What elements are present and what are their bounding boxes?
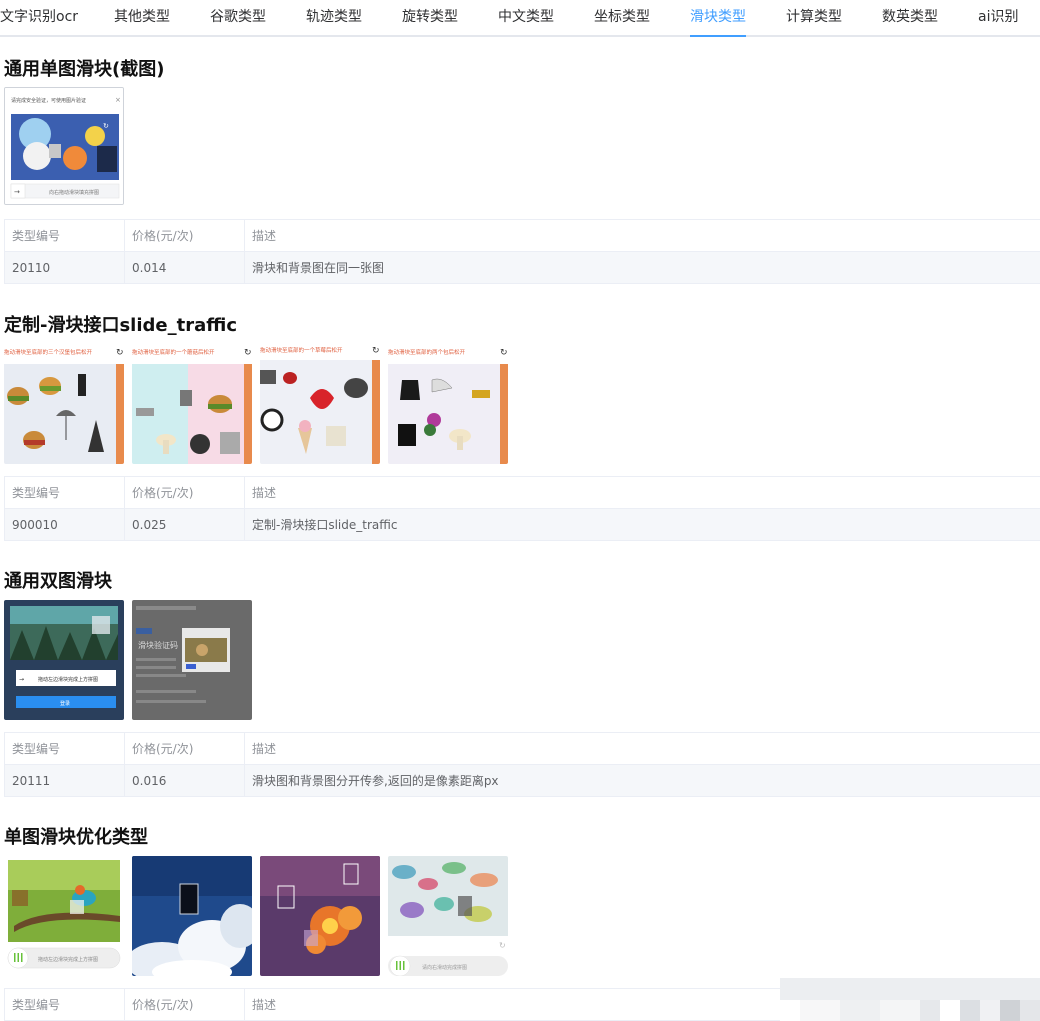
cell-description: 定制-滑块接口slide_traffic	[244, 508, 1040, 541]
tab-other-types[interactable]: 其他类型	[114, 0, 170, 35]
cell-description: 滑块和背景图在同一张图	[244, 251, 1040, 284]
cell-type-id: 900010	[4, 508, 125, 541]
table-row: 20111 0.016 滑块图和背景图分开传参,返回的是像素距离px	[4, 764, 1040, 797]
header-type-id: 类型编号	[4, 732, 125, 765]
sample-image-forest-puzzle: → 拖动左边滑块完成上方拼图 登录	[4, 600, 124, 720]
section-title-dual-image-slider: 通用双图滑块	[4, 571, 112, 592]
header-price: 价格(元/次)	[124, 732, 245, 765]
tab-trajectory-types[interactable]: 轨迹类型	[306, 0, 362, 35]
tab-ai-recognition[interactable]: ai识别	[978, 0, 1018, 35]
section-title-custom-slide-traffic: 定制-滑块接口slide_traffic	[4, 315, 237, 336]
refresh-icon: ↻	[244, 348, 252, 358]
tab-rotation-types[interactable]: 旋转类型	[402, 0, 458, 35]
instruction-text: 拖动滑块至底部的三个汉堡包后松开	[4, 348, 93, 356]
header-price: 价格(元/次)	[124, 476, 245, 509]
tab-google-types[interactable]: 谷歌类型	[210, 0, 266, 35]
table-row: 20110 0.014 滑块和背景图在同一张图	[4, 251, 1040, 284]
tab-slider-types[interactable]: 滑块类型	[690, 0, 746, 37]
slider-hint-text: 拖动左边滑块完成上方拼图	[38, 956, 98, 963]
instruction-text: 拖动滑块至底部的一个蘑菇后松开	[132, 348, 215, 356]
category-tabs: 文字识别ocr 其他类型 谷歌类型 轨迹类型 旋转类型 中文类型 坐标类型 滑块…	[0, 0, 1040, 37]
header-type-id: 类型编号	[4, 219, 125, 252]
sample-image-bird-slider: 拖动左边滑块完成上方拼图	[4, 856, 124, 976]
tab-alphanumeric-types[interactable]: 数英类型	[882, 0, 938, 35]
sample-image-burgers: 拖动滑块至底部的三个汉堡包后松开 ↻	[4, 344, 124, 464]
decorative-pixel-blocks	[780, 978, 1040, 1021]
table-header-row: 类型编号 价格(元/次) 描述	[4, 219, 1040, 252]
slider-hint-text: 拖动左边滑块完成上方拼图	[38, 676, 98, 683]
header-price: 价格(元/次)	[124, 219, 245, 252]
table-row: 900010 0.025 定制-滑块接口slide_traffic	[4, 508, 1040, 541]
header-description: 描述	[244, 219, 1040, 252]
cell-price: 0.016	[124, 764, 245, 797]
table-header-row: 类型编号 价格(元/次) 描述	[4, 732, 1040, 765]
tab-text-ocr[interactable]: 文字识别ocr	[0, 0, 78, 35]
pricing-table-20111: 类型编号 价格(元/次) 描述 20111 0.016 滑块图和背景图分开传参,…	[4, 732, 1040, 797]
page-heading-text: 滑块验证码	[138, 640, 178, 650]
pricing-table-20110: 类型编号 价格(元/次) 描述 20110 0.014 滑块和背景图在同一张图	[4, 219, 1040, 284]
header-description: 描述	[244, 476, 1040, 509]
sample-image-mushroom: 拖动滑块至底部的一个蘑菇后松开 ↻	[132, 344, 252, 464]
header-type-id: 类型编号	[4, 988, 125, 1021]
cell-price: 0.014	[124, 251, 245, 284]
tab-calculation-types[interactable]: 计算类型	[786, 0, 842, 35]
cell-description: 滑块图和背景图分开传参,返回的是像素距离px	[244, 764, 1040, 797]
cell-type-id: 20111	[4, 764, 125, 797]
sample-image-verification-page: 滑块验证码	[132, 600, 252, 720]
header-type-id: 类型编号	[4, 476, 125, 509]
instruction-text: 拖动滑块至底部的一个草莓后松开	[260, 346, 343, 354]
svg-text:↻: ↻	[103, 122, 109, 130]
close-icon: ×	[115, 96, 121, 104]
header-description: 描述	[244, 732, 1040, 765]
slider-hint-text: 请向右滑动完成拼图	[422, 964, 467, 971]
refresh-icon: ↻	[116, 348, 124, 358]
section-title-single-image-slider: 通用单图滑块(截图)	[4, 59, 165, 80]
tab-coordinate-types[interactable]: 坐标类型	[594, 0, 650, 35]
arrow-right-icon: →	[14, 188, 20, 196]
login-button-text: 登录	[60, 700, 70, 707]
refresh-icon: ↻	[499, 941, 506, 950]
sample-image-clouds	[132, 856, 252, 976]
cell-type-id: 20110	[4, 251, 125, 284]
sample-image-strawberry: 拖动滑块至底部的一个草莓后松开 ↻	[260, 344, 380, 464]
tab-chinese-types[interactable]: 中文类型	[498, 0, 554, 35]
sample-image-screenshot-slider: 请完成安全验证，可使用图片验证 × ↻ → 向右拖动滑块填充拼图	[4, 87, 124, 205]
header-price: 价格(元/次)	[124, 988, 245, 1021]
sample-image-bags: 拖动滑块至底部的两个包后松开 ↻	[388, 344, 508, 464]
svg-text:→: →	[19, 676, 24, 683]
refresh-icon: ↻	[500, 348, 508, 358]
pricing-table-900010: 类型编号 价格(元/次) 描述 900010 0.025 定制-滑块接口slid…	[4, 476, 1040, 541]
sample-image-paint-slider: ↻ 请向右滑动完成拼图	[388, 856, 508, 976]
table-header-row: 类型编号 价格(元/次) 描述	[4, 476, 1040, 509]
refresh-icon: ↻	[372, 346, 380, 356]
sample-image-coral	[260, 856, 380, 976]
section-title-optimized-single-slider: 单图滑块优化类型	[4, 827, 148, 848]
instruction-text: 拖动滑块至底部的两个包后松开	[388, 348, 466, 356]
cell-price: 0.025	[124, 508, 245, 541]
dialog-title-text: 请完成安全验证，可使用图片验证	[11, 97, 86, 104]
slider-hint-text: 向右拖动滑块填充拼图	[49, 189, 99, 196]
